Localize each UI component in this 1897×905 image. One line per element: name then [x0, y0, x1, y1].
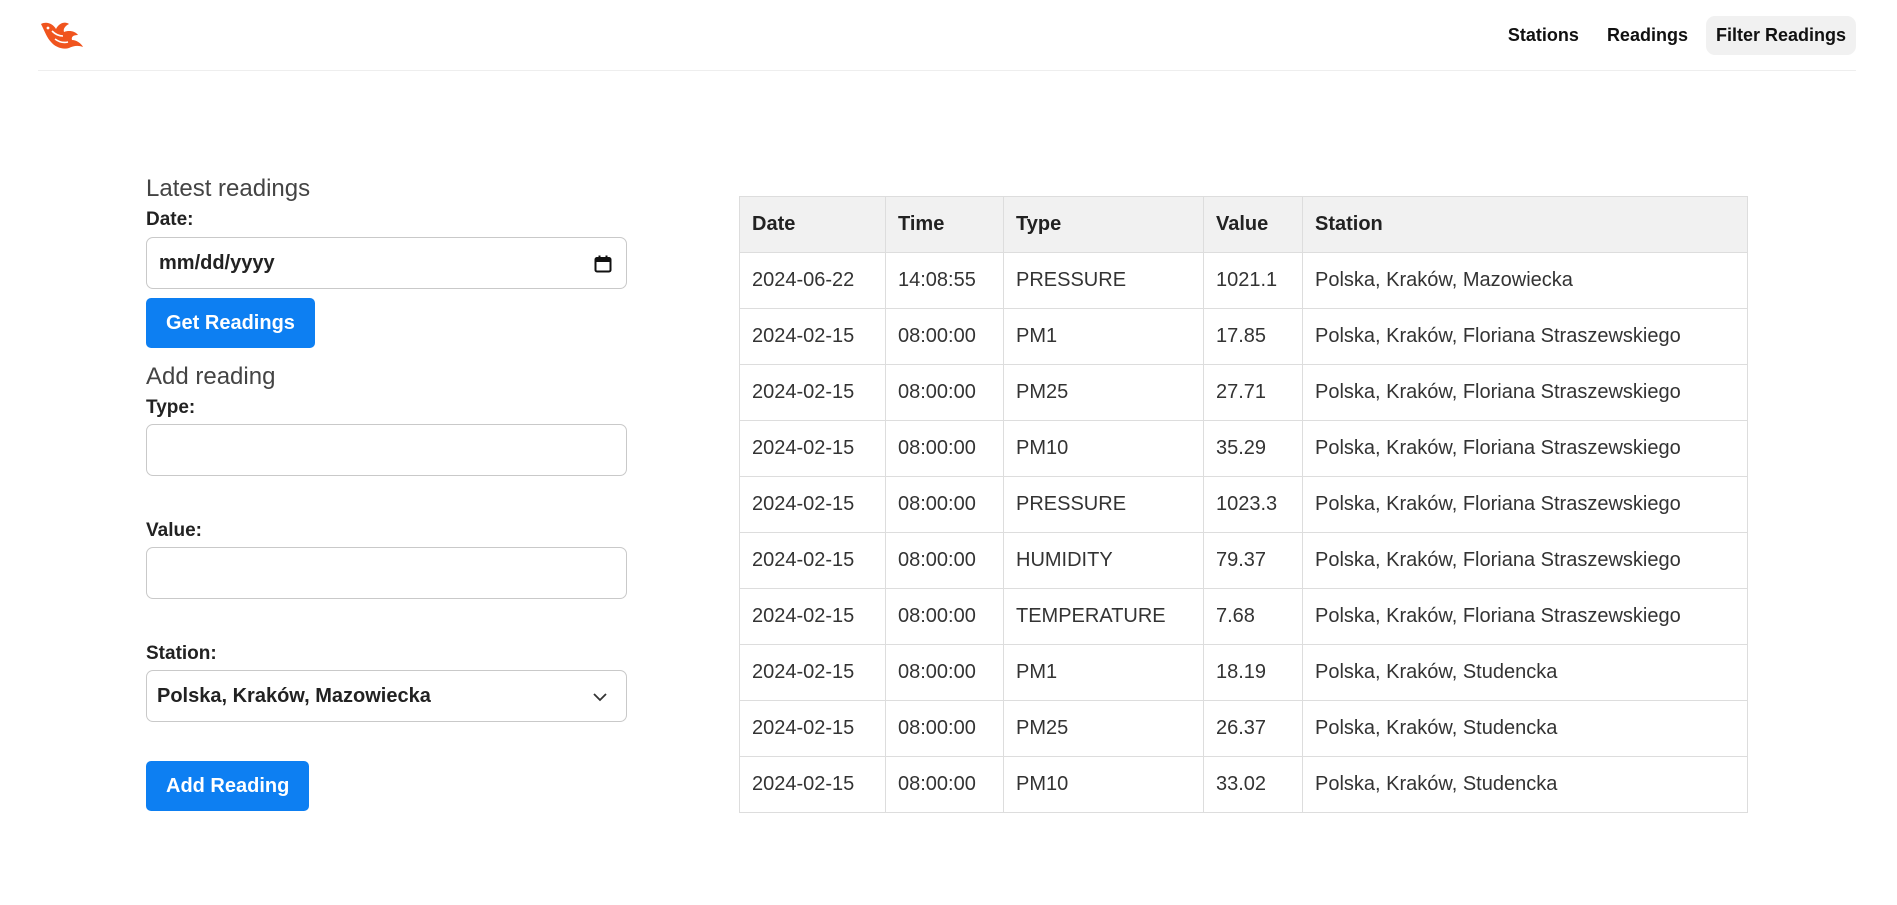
type-cell: HUMIDITY — [1003, 532, 1204, 589]
add-reading-button[interactable]: Add Reading — [146, 761, 310, 811]
value-cell: 1021.1 — [1203, 252, 1303, 309]
nav-link-stations[interactable]: Stations — [1498, 16, 1589, 55]
date-cell: 2024-02-15 — [739, 308, 886, 365]
latest-readings-title: Latest readings — [146, 175, 311, 202]
get-readings-button[interactable]: Get Readings — [146, 298, 315, 348]
time-cell: 08:00:00 — [885, 644, 1004, 701]
type-cell: PM25 — [1003, 364, 1204, 421]
station-cell: Polska, Kraków, Studencka — [1302, 756, 1748, 813]
time-cell: 14:08:55 — [885, 252, 1004, 309]
station-select[interactable]: Polska, Kraków, Mazowiecka — [146, 670, 627, 722]
station-cell: Polska, Kraków, Floriana Straszewskiego — [1302, 420, 1748, 477]
station-select-value: Polska, Kraków, Mazowiecka — [157, 685, 431, 707]
date-cell: 2024-02-15 — [739, 756, 886, 813]
date-cell: 2024-02-15 — [739, 476, 886, 533]
type-cell: PM10 — [1003, 420, 1204, 477]
value-cell: 17.85 — [1203, 308, 1303, 365]
time-cell: 08:00:00 — [885, 700, 1004, 757]
time-cell: 08:00:00 — [885, 532, 1004, 589]
column-header-value: Value — [1203, 196, 1303, 253]
value-cell: 26.37 — [1203, 700, 1303, 757]
date-input[interactable]: mm/dd/yyyy — [146, 237, 627, 289]
value-cell: 1023.3 — [1203, 476, 1303, 533]
type-cell: PM25 — [1003, 700, 1204, 757]
nav-link-readings[interactable]: Readings — [1597, 16, 1698, 55]
date-cell: 2024-02-15 — [739, 644, 886, 701]
station-cell: Polska, Kraków, Floriana Straszewskiego — [1302, 476, 1748, 533]
station-cell: Polska, Kraków, Floriana Straszewskiego — [1302, 308, 1748, 365]
column-header-date: Date — [739, 196, 886, 253]
table-row: 2024-02-15 08:00:00 PM10 35.29 Polska, Krakó… — [739, 420, 1748, 477]
nav-link-filter-readings[interactable]: Filter Readings — [1705, 16, 1856, 55]
table-row: 2024-02-15 08:00:00 PM1 18.19 Polska, Kraków… — [739, 644, 1748, 701]
table-row: 2024-02-15 08:00:00 PRESSURE 1023.3 Polska, … — [739, 476, 1748, 533]
time-cell: 08:00:00 — [885, 588, 1004, 645]
table-row: 2024-06-22 14:08:55 PRESSURE 1021.1 Polska, … — [739, 252, 1748, 309]
type-cell: PM1 — [1003, 644, 1204, 701]
station-cell: Polska, Kraków, Studencka — [1302, 700, 1748, 757]
type-cell: PRESSURE — [1003, 476, 1204, 533]
station-cell: Polska, Kraków, Floriana Straszewskiego — [1302, 588, 1748, 645]
date-label: Date: — [146, 209, 194, 230]
date-input-placeholder: mm/dd/yyyy — [159, 252, 275, 274]
table-row: 2024-02-15 08:00:00 PM1 17.85 Polska, Kraków… — [739, 308, 1748, 365]
type-label: Type: — [146, 397, 196, 418]
calendar-icon[interactable] — [594, 255, 612, 273]
date-cell: 2024-06-22 — [739, 252, 886, 309]
type-input[interactable] — [146, 424, 627, 476]
time-cell: 08:00:00 — [885, 756, 1004, 813]
station-cell: Polska, Kraków, Floriana Straszewskiego — [1302, 532, 1748, 589]
value-cell: 33.02 — [1203, 756, 1303, 813]
readings-table-panel: Date Time Type Value Station 2024-06-22 1… — [739, 196, 1748, 813]
readings-table-body: 2024-06-22 14:08:55 PRESSURE 1021.1 Polska, … — [739, 252, 1748, 813]
readings-table: Date Time Type Value Station 2024-06-22 1… — [739, 196, 1748, 813]
type-cell: PRESSURE — [1003, 252, 1204, 309]
add-reading-title: Add reading — [146, 363, 276, 390]
table-row: 2024-02-15 08:00:00 PM25 26.37 Polska, Krakó… — [739, 700, 1748, 757]
value-input[interactable] — [146, 547, 627, 599]
column-header-time: Time — [885, 196, 1004, 253]
phoenix-logo-icon[interactable] — [38, 18, 84, 51]
table-row: 2024-02-15 08:00:00 PM25 27.71 Polska, Krakó… — [739, 364, 1748, 421]
station-cell: Polska, Kraków, Mazowiecka — [1302, 252, 1748, 309]
station-label: Station: — [146, 643, 217, 664]
station-cell: Polska, Kraków, Floriana Straszewskiego — [1302, 364, 1748, 421]
top-navbar: Stations Readings Filter Readings — [38, 0, 1856, 71]
column-header-station: Station — [1302, 196, 1748, 253]
date-cell: 2024-02-15 — [739, 364, 886, 421]
date-cell: 2024-02-15 — [739, 588, 886, 645]
value-cell: 35.29 — [1203, 420, 1303, 477]
type-cell: TEMPERATURE — [1003, 588, 1204, 645]
date-cell: 2024-02-15 — [739, 700, 886, 757]
value-cell: 18.19 — [1203, 644, 1303, 701]
table-row: 2024-02-15 08:00:00 TEMPERATURE 7.68 Polska,… — [739, 588, 1748, 645]
type-cell: PM10 — [1003, 756, 1204, 813]
readings-form-panel: Latest readings Date: mm/dd/yyyy Get Rea… — [146, 174, 628, 811]
value-cell: 27.71 — [1203, 364, 1303, 421]
column-header-type: Type — [1003, 196, 1204, 253]
table-header-row: Date Time Type Value Station — [739, 196, 1748, 253]
time-cell: 08:00:00 — [885, 420, 1004, 477]
table-row: 2024-02-15 08:00:00 PM10 33.02 Polska, Krakó… — [739, 756, 1748, 813]
value-cell: 7.68 — [1203, 588, 1303, 645]
time-cell: 08:00:00 — [885, 476, 1004, 533]
main-nav: Stations Readings Filter Readings — [1498, 16, 1856, 55]
value-cell: 79.37 — [1203, 532, 1303, 589]
time-cell: 08:00:00 — [885, 364, 1004, 421]
date-cell: 2024-02-15 — [739, 420, 886, 477]
table-row: 2024-02-15 08:00:00 HUMIDITY 79.37 Polska, K… — [739, 532, 1748, 589]
value-label: Value: — [146, 520, 202, 541]
time-cell: 08:00:00 — [885, 308, 1004, 365]
type-cell: PM1 — [1003, 308, 1204, 365]
chevron-down-icon — [593, 693, 607, 702]
date-cell: 2024-02-15 — [739, 532, 886, 589]
station-cell: Polska, Kraków, Studencka — [1302, 644, 1748, 701]
